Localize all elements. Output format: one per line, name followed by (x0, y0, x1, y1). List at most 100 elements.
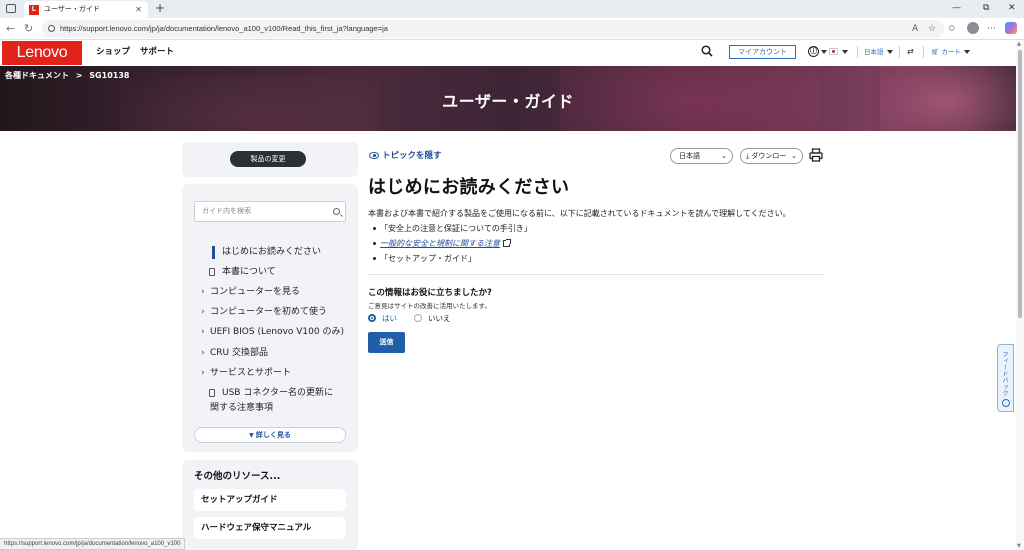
browser-tab[interactable]: L ユーザー・ガイド ✕ (24, 1, 148, 18)
back-icon[interactable]: ← (6, 20, 15, 38)
feedback-no-label[interactable]: いいえ (428, 313, 451, 324)
compare-icon[interactable]: ⇄ (907, 46, 914, 58)
address-bar: ← ↻ https://support.lenovo.com/jp/ja/doc… (0, 18, 1024, 40)
chevron-down-icon: ⌄ (721, 152, 727, 160)
page-hero-title: ユーザー・ガイド (442, 92, 574, 111)
breadcrumb-separator: > (75, 71, 83, 80)
guide-search-placeholder: ガイド内を検索 (202, 207, 251, 215)
breadcrumb-documents[interactable]: 各種ドキュメント (5, 71, 69, 80)
resources-title: その他のリソース... (194, 471, 281, 482)
resource-setup-guide[interactable]: セットアップガイド (194, 489, 346, 511)
feedback-tab-label: フィードバック (1001, 351, 1008, 397)
chevron-right-icon[interactable]: › (201, 306, 205, 318)
toc-active-indicator (212, 246, 215, 259)
list-item: 一般的な安全と規制に関する注意 (373, 238, 511, 250)
chevron-right-icon[interactable]: › (201, 347, 205, 359)
toc-item-service-support[interactable]: サービスとサポート (210, 367, 291, 379)
lenovo-favicon-icon: L (29, 5, 39, 15)
feedback-yes-label[interactable]: はい (382, 313, 397, 324)
page-icon (209, 389, 215, 397)
lenovo-logo[interactable]: Lenovo (2, 41, 82, 65)
header-divider (857, 46, 858, 58)
hide-topics-link[interactable]: トピックを隠す (369, 150, 442, 162)
nav-support[interactable]: サポート (140, 45, 174, 59)
browser-tabbar: L ユーザー・ガイド ✕ + — ⧉ ✕ (0, 0, 1024, 18)
download-select[interactable]: ⤓ ダウンロー ⌄ (740, 148, 803, 164)
feedback-icon (1002, 399, 1010, 407)
read-aloud-icon[interactable]: A (912, 21, 918, 37)
minimize-button[interactable]: — (952, 0, 961, 17)
toc-item-usb-connector-line2[interactable]: 関する注意事項 (210, 402, 273, 414)
show-more-button[interactable]: ▼ 詳しく見る (194, 427, 346, 443)
toc-item-read-first[interactable]: はじめにお読みください (222, 246, 321, 258)
new-tab-button[interactable]: + (155, 0, 165, 17)
change-product-button[interactable]: 製品の変更 (230, 151, 306, 167)
url-field[interactable]: https://support.lenovo.com/jp/ja/documen… (42, 20, 944, 38)
submit-button[interactable]: 送信 (368, 332, 405, 353)
scroll-down-icon[interactable]: ▼ (1017, 543, 1021, 549)
language-chevron-down-icon (886, 50, 893, 54)
feedback-no-radio[interactable] (414, 314, 422, 322)
feedback-yes-radio[interactable] (368, 314, 376, 322)
divider (368, 274, 824, 275)
japan-flag-icon[interactable] (829, 48, 838, 55)
copilot-icon[interactable] (1005, 22, 1017, 34)
close-window-button[interactable]: ✕ (1008, 0, 1016, 17)
refresh-icon[interactable]: ↻ (24, 20, 33, 38)
guide-search-input[interactable]: ガイド内を検索 (194, 201, 346, 222)
accessibility-chevron-down-icon[interactable] (821, 50, 827, 54)
nav-shop[interactable]: ショップ (96, 45, 130, 59)
external-link-icon (503, 239, 511, 247)
feedback-tab[interactable]: フィードバック (997, 344, 1014, 412)
safety-regulatory-link[interactable]: 一般的な安全と規制に関する注意 (380, 239, 500, 248)
tab-title: ユーザー・ガイド (44, 5, 100, 13)
chevron-right-icon[interactable]: › (201, 367, 205, 379)
feedback-question: この情報はお役に立ちましたか? (368, 288, 492, 298)
toc-item-look-at-computer[interactable]: コンピューターを見る (210, 286, 300, 298)
region-chevron-down-icon[interactable] (842, 50, 848, 54)
language-menu[interactable]: 日本語 (864, 46, 893, 58)
intro-text: 本書および本書で紹介する製品をご使用になる前に、以下に記載されているドキュメント… (368, 209, 791, 218)
language-label: 日本語 (864, 48, 884, 56)
breadcrumb: 各種ドキュメント > SG10138 (5, 70, 129, 81)
resources-card: その他のリソース... セットアップガイド ハードウェア保守マニュアル (182, 460, 358, 550)
more-menu-icon[interactable]: ⋯ (987, 21, 996, 37)
breadcrumb-current: SG10138 (89, 71, 130, 80)
tab-actions-icon[interactable] (6, 4, 16, 13)
feedback-subtext: ご意見はサイトの改善に活用いたします。 (368, 302, 491, 310)
toc-card: ガイド内を検索 はじめにお読みください 本書について › コンピューターを見る … (182, 184, 358, 452)
bullet-dot (373, 257, 376, 260)
resource-hardware-manual[interactable]: ハードウェア保守マニュアル (194, 517, 346, 539)
favorites-icon[interactable]: ✩ (948, 21, 956, 37)
my-account-button[interactable]: マイアカウント (729, 45, 796, 59)
profile-avatar[interactable] (967, 22, 979, 34)
url-text: https://support.lenovo.com/jp/ja/documen… (60, 24, 388, 33)
toc-item-usb-connector[interactable]: USB コネクター名の更新に (222, 387, 333, 399)
close-tab-icon[interactable]: ✕ (135, 1, 142, 18)
chevron-right-icon[interactable]: › (201, 326, 205, 338)
download-select-value: ダウンロー (751, 152, 787, 160)
search-icon[interactable] (701, 45, 713, 57)
favorite-star-icon[interactable]: ☆ (928, 21, 936, 37)
print-icon[interactable] (809, 148, 823, 162)
list-item: 「セットアップ・ガイド」 (373, 253, 476, 265)
toc-item-about[interactable]: 本書について (222, 266, 276, 278)
scroll-up-icon[interactable]: ▲ (1017, 41, 1021, 47)
scroll-thumb[interactable] (1018, 50, 1022, 318)
language-select[interactable]: 日本語 ⌄ (670, 148, 733, 164)
search-icon[interactable] (333, 208, 340, 215)
accessibility-icon[interactable]: ⓘ (808, 46, 819, 57)
page-scrollbar[interactable]: ▲ ▼ (1016, 40, 1024, 550)
language-select-value: 日本語 (679, 152, 700, 160)
toc-item-cru[interactable]: CRU 交換部品 (210, 347, 268, 359)
hero-banner: 各種ドキュメント > SG10138 ユーザー・ガイド (0, 66, 1024, 131)
chevron-right-icon[interactable]: › (201, 286, 205, 298)
toc-item-first-use[interactable]: コンピューターを初めて使う (210, 306, 327, 318)
cart-menu[interactable]: 🛒︎ カート (931, 46, 970, 58)
header-divider (923, 46, 924, 58)
site-info-icon[interactable] (48, 25, 55, 32)
hide-topics-label: トピックを隠す (382, 151, 442, 161)
restore-button[interactable]: ⧉ (983, 0, 989, 17)
toc-item-uefi-bios[interactable]: UEFI BIOS (Lenovo V100 のみ) (210, 326, 344, 338)
list-item: 「安全上の注意と保証についての手引き」 (373, 223, 532, 235)
